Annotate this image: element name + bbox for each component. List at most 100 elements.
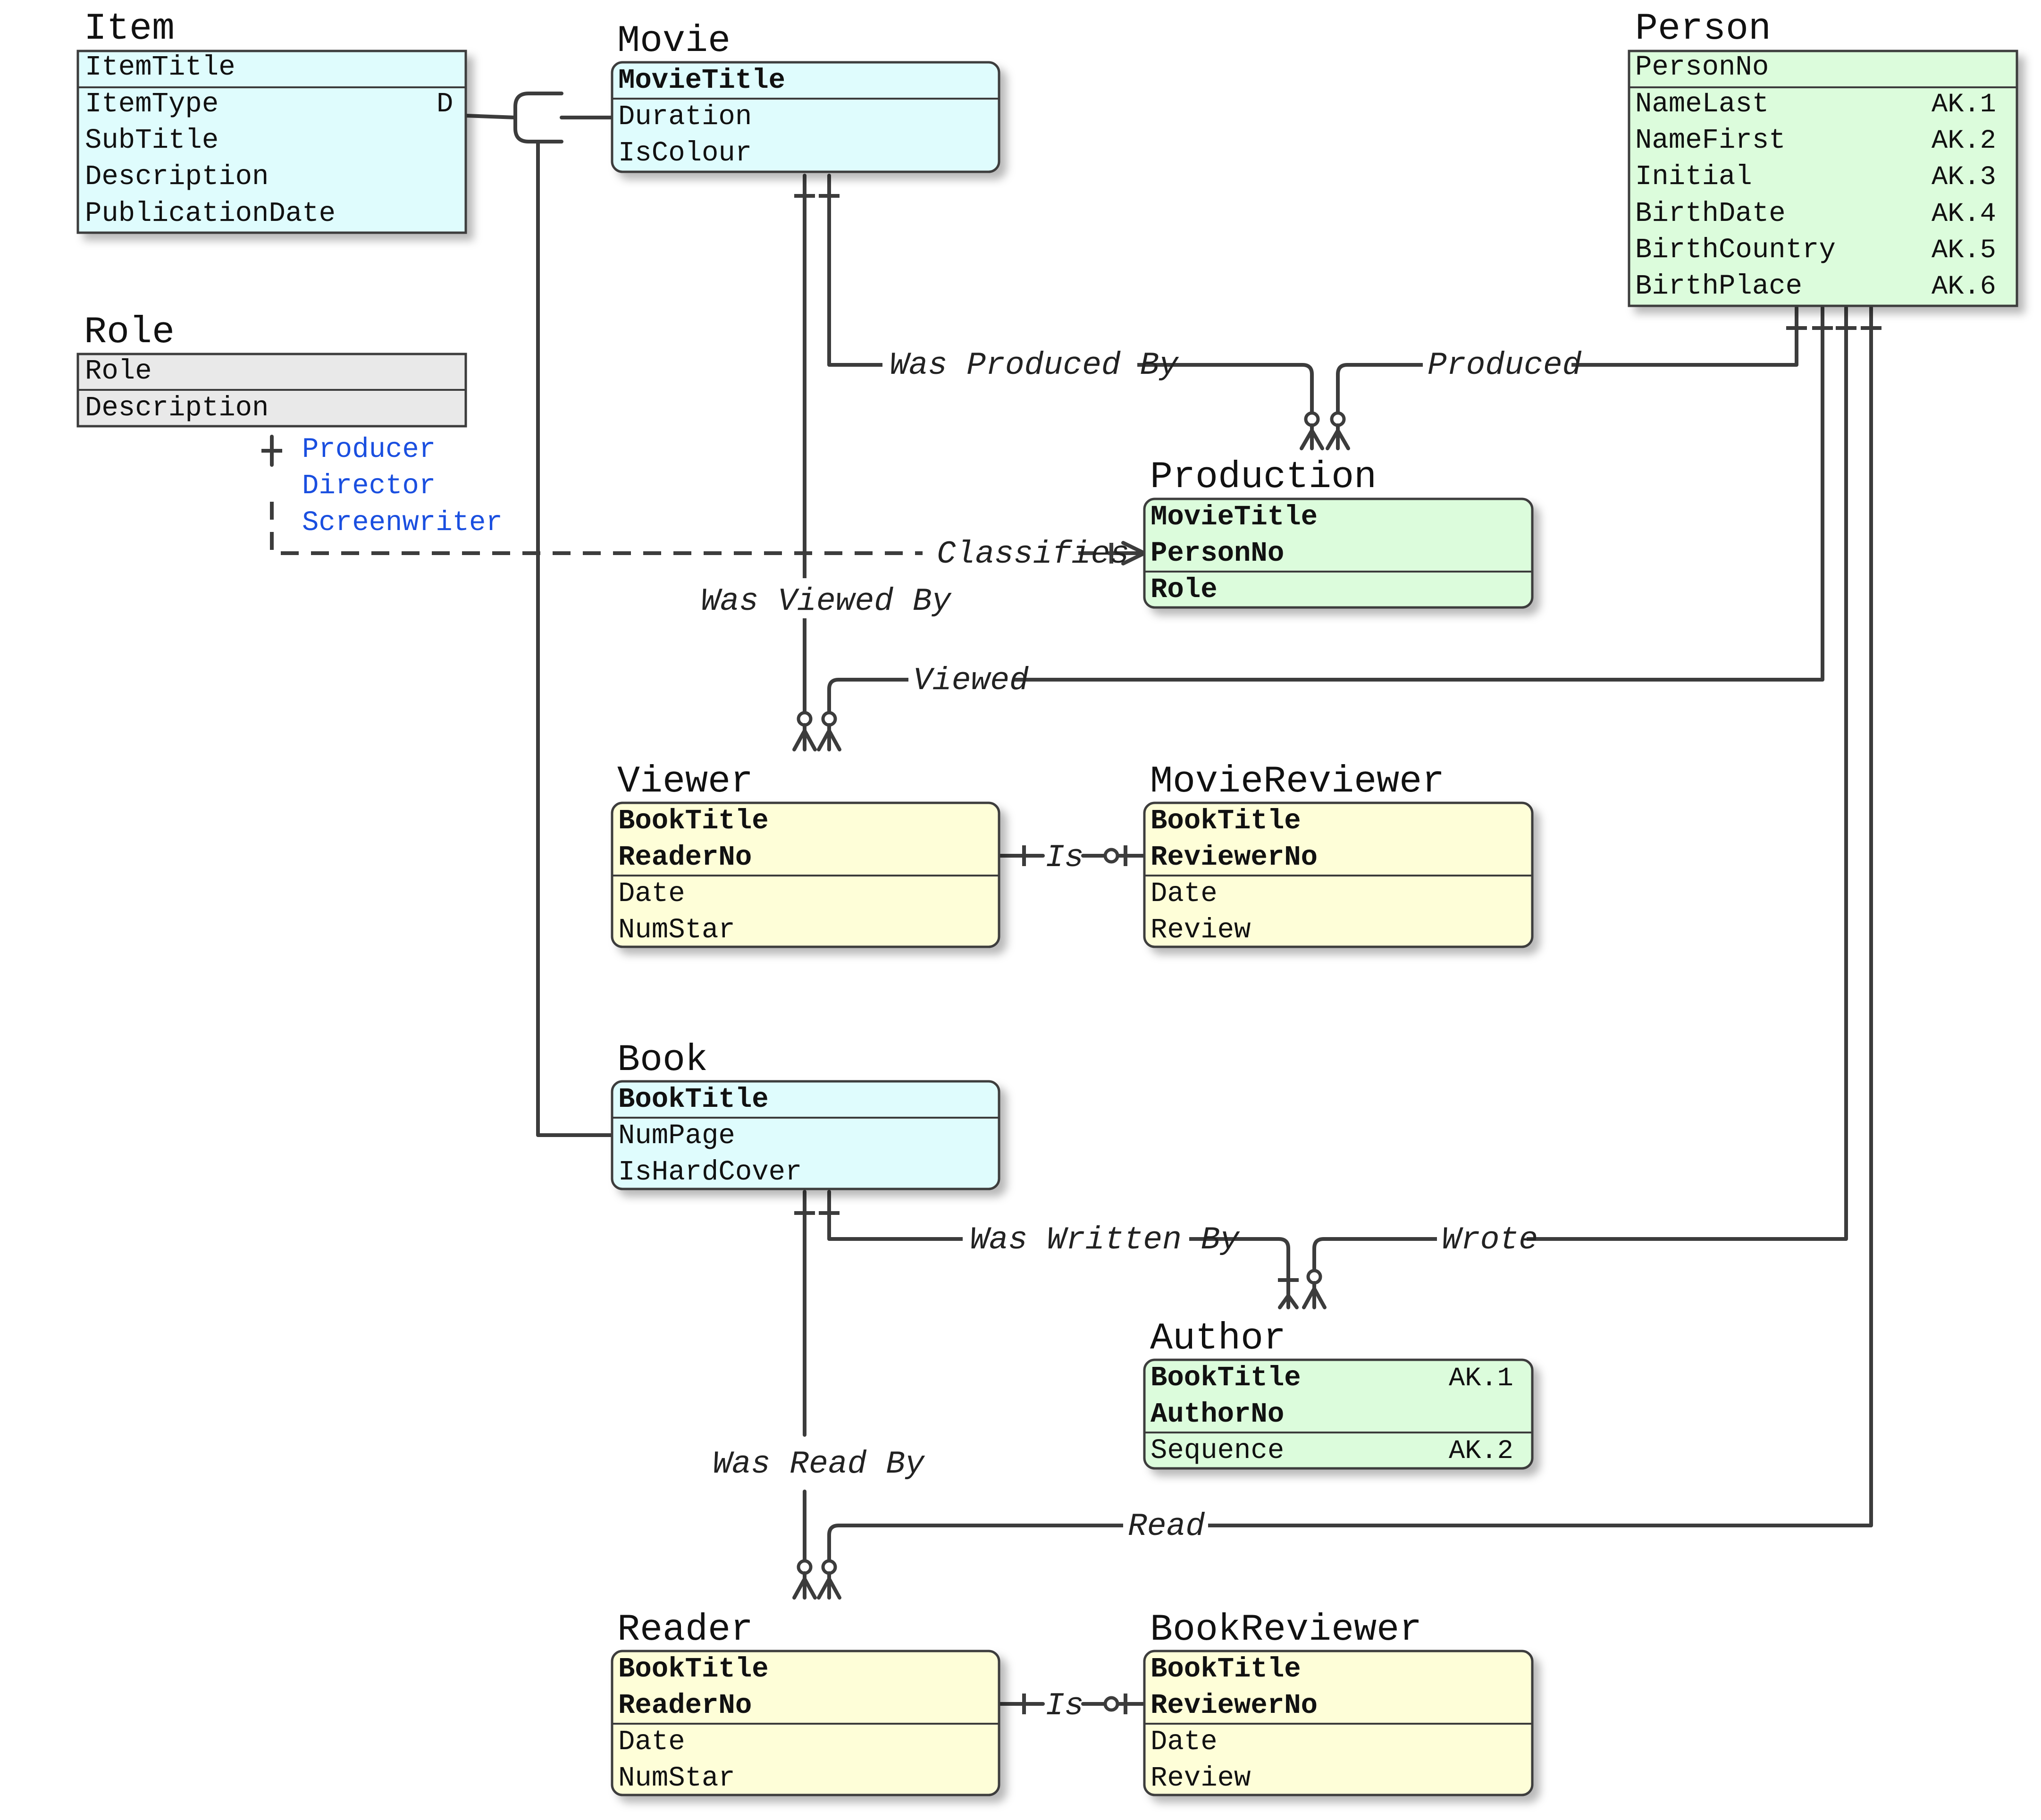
author-crowfoot-2: [1302, 1281, 1327, 1309]
bookreviewer-zero-ring: [1103, 1696, 1119, 1712]
item-to-subtype-cluster-line: [464, 114, 517, 119]
role-value-screenwriter: Screenwriter: [302, 507, 503, 539]
attr-date: Date: [618, 1726, 685, 1758]
attr-birthdate: BirthDate: [1635, 198, 1786, 229]
subtype-cluster-symbol: [513, 92, 563, 143]
attr-itemtype: ItemType: [85, 88, 218, 120]
attr-date: Date: [1151, 1726, 1218, 1758]
connectors: [270, 92, 1873, 1706]
ak-birthdate: AK.4: [1932, 199, 1996, 229]
viewer-crowfoot-2: [817, 723, 841, 751]
attr-booktitle: BookTitle: [1151, 805, 1301, 837]
attr-booktitle: BookTitle: [1151, 1653, 1301, 1685]
attr-personno: PersonNo: [1151, 538, 1284, 569]
role-value-producer: Producer: [302, 434, 436, 465]
entity-viewer[interactable]: Viewer BookTitle ReaderNo Date NumStar: [611, 760, 1000, 948]
attr-birthcountry: BirthCountry: [1635, 234, 1836, 266]
ak-sequence: AK.2: [1449, 1436, 1513, 1466]
attr-description: Description: [85, 161, 269, 193]
ak-birthcountry: AK.5: [1932, 236, 1996, 266]
ak-namefirst: AK.2: [1932, 126, 1996, 156]
attr-role: Role: [1151, 574, 1218, 606]
reader-crowfoot-2: [817, 1571, 841, 1600]
rel-produced: Produced: [1428, 347, 1582, 384]
entity-title: Reader: [617, 1609, 753, 1651]
cluster-to-book-line: [536, 140, 614, 1137]
attr-booktitle: BookTitle: [618, 805, 769, 837]
attr-readerno: ReaderNo: [618, 842, 752, 873]
rel-was-read-by: Was Read By: [713, 1446, 925, 1483]
attr-date: Date: [1151, 878, 1218, 910]
entity-title: BookReviewer: [1150, 1609, 1422, 1651]
entity-bookreviewer[interactable]: BookReviewer BookTitle ReviewerNo Date R…: [1143, 1609, 1534, 1796]
entity-title: Production: [1150, 456, 1377, 499]
attr-readerno: ReaderNo: [618, 1690, 752, 1721]
rel-was-viewed-by: Was Viewed By: [701, 583, 952, 620]
entity-author[interactable]: Author BookTitle AK.1 AuthorNo Sequence …: [1143, 1317, 1534, 1470]
entity-title: Movie: [617, 20, 731, 63]
entity-item[interactable]: Item ItemTitle ItemType D SubTitle Descr…: [76, 8, 467, 234]
attr-review: Review: [1151, 914, 1251, 946]
entity-title: MovieReviewer: [1150, 760, 1445, 803]
entity-book[interactable]: Book BookTitle NumPage IsHardCover: [611, 1039, 1000, 1190]
attr-namefirst: NameFirst: [1635, 125, 1786, 156]
er-diagram: Was Produced By Produced Classifies Was …: [76, 8, 2018, 1796]
attr-birthplace: BirthPlace: [1635, 270, 1802, 302]
viewer-crowfoot-1: [792, 723, 817, 751]
entity-title: Author: [1150, 1317, 1286, 1360]
attr-reviewerno: ReviewerNo: [1151, 1690, 1318, 1721]
attr-numstar: NumStar: [618, 914, 735, 946]
attr-booktitle: BookTitle: [618, 1084, 769, 1115]
attr-sequence: Sequence: [1151, 1435, 1284, 1466]
entity-role[interactable]: Role Role Description Producer Director …: [76, 311, 503, 539]
attr-iscolour: IsColour: [618, 137, 752, 169]
author-crowfoot-1: [1278, 1291, 1299, 1309]
entity-reader[interactable]: Reader BookTitle ReaderNo Date NumStar: [611, 1609, 1000, 1796]
ak-birthplace: AK.6: [1932, 272, 1996, 302]
rel-was-produced-by: Was Produced By: [890, 347, 1179, 384]
rel-was-written-by: Was Written By: [970, 1222, 1240, 1258]
rel-reader-is: Is: [1045, 1688, 1084, 1724]
entity-moviereviewer[interactable]: MovieReviewer BookTitle ReviewerNo Date …: [1143, 760, 1534, 948]
entity-title: Person: [1635, 8, 1771, 51]
entity-title: Item: [84, 8, 175, 51]
ak-namelast: AK.1: [1932, 90, 1996, 120]
attr-ishardcover: IsHardCover: [618, 1156, 802, 1188]
rel-read: Read: [1128, 1508, 1205, 1545]
attr-personno: PersonNo: [1635, 51, 1769, 83]
attr-booktitle: BookTitle: [1151, 1362, 1301, 1394]
ak-initial: AK.3: [1932, 162, 1996, 193]
discriminator-marker: D: [437, 88, 453, 120]
attr-subtitle: SubTitle: [85, 125, 218, 156]
attr-publicationdate: PublicationDate: [85, 198, 336, 229]
attr-duration: Duration: [618, 101, 752, 133]
entity-title: Viewer: [617, 760, 753, 803]
entity-movie[interactable]: Movie MovieTitle Duration IsColour: [611, 20, 1000, 173]
production-crowfoot-2: [1326, 423, 1350, 450]
entity-production[interactable]: Production MovieTitle PersonNo Role: [1143, 456, 1534, 609]
entity-title: Book: [617, 1039, 708, 1082]
entity-person[interactable]: Person PersonNo NameLast AK.1 NameFirst …: [1628, 8, 2018, 307]
attr-movietitle: MovieTitle: [1151, 501, 1318, 533]
rel-viewer-is: Is: [1045, 840, 1084, 876]
attr-booktitle: BookTitle: [618, 1653, 769, 1685]
attr-numstar: NumStar: [618, 1762, 735, 1794]
ak-booktitle: AK.1: [1449, 1364, 1513, 1394]
rel-viewed: Viewed: [913, 663, 1029, 699]
moviereviewer-zero-ring: [1103, 848, 1119, 864]
attr-namelast: NameLast: [1635, 88, 1769, 120]
rel-classifies: Classifies: [937, 536, 1129, 573]
attr-numpage: NumPage: [618, 1120, 735, 1152]
reader-crowfoot-1: [792, 1571, 817, 1600]
attr-movietitle: MovieTitle: [618, 65, 785, 96]
attr-initial: Initial: [1635, 161, 1752, 193]
attr-itemtitle: ItemTitle: [85, 51, 235, 83]
attr-role: Role: [85, 355, 152, 387]
production-crowfoot-1: [1300, 423, 1324, 450]
attr-review: Review: [1151, 1762, 1251, 1794]
entity-title: Role: [84, 311, 175, 354]
attr-date: Date: [618, 878, 685, 910]
role-value-director: Director: [302, 470, 436, 502]
attr-description: Description: [85, 392, 269, 424]
attr-authorno: AuthorNo: [1151, 1399, 1284, 1430]
